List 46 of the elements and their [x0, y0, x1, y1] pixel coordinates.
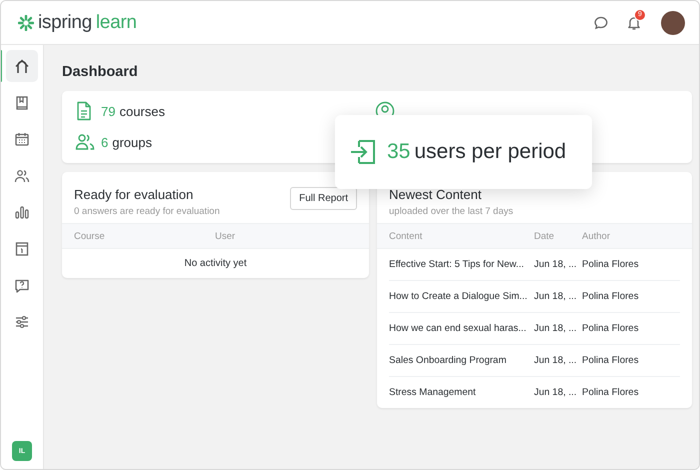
bell-icon[interactable] — [627, 14, 641, 30]
table-cell-text: Jun 18, ... — [534, 259, 578, 270]
column-header: Date — [534, 230, 556, 242]
table-cell-text: Polina Flores — [582, 323, 640, 334]
card-title: Ready for evaluation — [74, 187, 194, 202]
logo-icon — [18, 14, 34, 30]
column-header: Author — [582, 230, 611, 242]
content-link[interactable]: How to Create a Dialogue Sim... — [389, 291, 534, 302]
table-cell-text: Polina Flores — [582, 355, 640, 366]
table-cell-text: Polina Flores — [582, 291, 640, 302]
card-subtitle: 0 answers are ready for evaluation — [74, 206, 221, 217]
table-cell-text: Jun 18, ... — [534, 323, 578, 334]
card-subtitle: uploaded over the last 7 days — [389, 206, 514, 217]
bar-chart-icon — [14, 204, 30, 220]
content-link[interactable]: Stress Management — [389, 387, 534, 398]
column-header: User — [215, 230, 236, 242]
sliders-icon — [14, 314, 30, 330]
content-link[interactable]: How we can end sexual haras... — [389, 323, 534, 334]
chat-icon[interactable] — [593, 14, 609, 30]
table-cell-text: Jun 18, ... — [534, 291, 578, 302]
sign-in-icon — [349, 138, 377, 166]
table-cell-text: Polina Flores — [582, 387, 640, 398]
stat-text: 79 courses — [101, 104, 165, 118]
popup-text: 35 users per period — [387, 140, 566, 164]
content-link[interactable]: Sales Onboarding Program — [389, 355, 534, 366]
nav-item[interactable] — [6, 50, 38, 82]
users-icon — [14, 168, 30, 184]
column-header: Content — [389, 230, 424, 242]
info-icon — [14, 240, 30, 257]
table-cell-text: Jun 18, ... — [534, 387, 578, 398]
calendar-icon — [14, 131, 30, 148]
table-cell-text: Polina Flores — [582, 259, 640, 270]
user-avatar[interactable] — [661, 10, 685, 34]
question-icon — [14, 278, 30, 294]
book-icon — [14, 94, 30, 111]
page-title: Dashboard — [62, 64, 139, 80]
stat-text: 6 groups — [101, 134, 152, 150]
home-icon — [14, 58, 30, 74]
empty-message: No activity yet — [184, 258, 247, 269]
column-header: Course — [74, 230, 106, 242]
card-title: Newest Content — [389, 187, 482, 202]
full-report-button[interactable]: Full Report — [290, 187, 357, 210]
table-cell-text: Jun 18, ... — [534, 355, 578, 366]
logo-text: ispring learn — [38, 12, 137, 34]
content-link[interactable]: Effective Start: 5 Tips for New... — [389, 259, 534, 270]
group-icon — [75, 132, 95, 152]
